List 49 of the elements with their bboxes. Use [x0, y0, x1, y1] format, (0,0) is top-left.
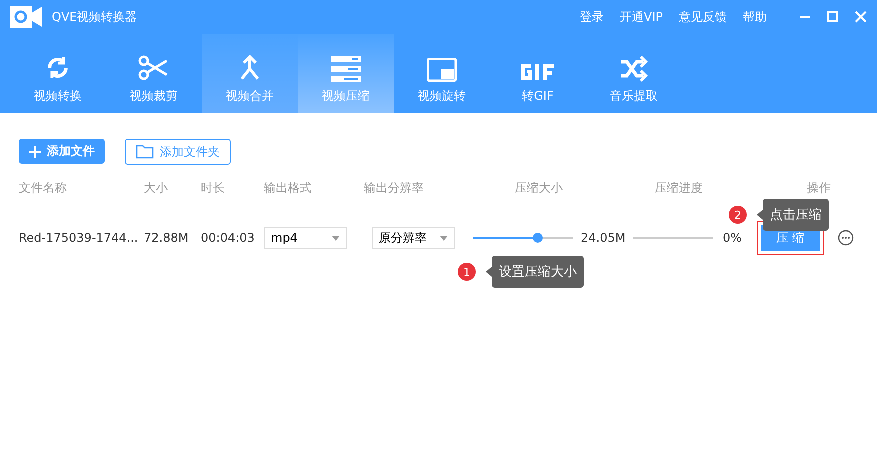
column-header: 输出格式: [264, 180, 313, 196]
tool-tab[interactable]: 视频旋转: [394, 34, 490, 113]
caret-icon: [440, 236, 448, 240]
header-link[interactable]: 帮助: [743, 8, 767, 26]
header-link[interactable]: 登录: [580, 8, 604, 26]
header-link[interactable]: 意见反馈: [679, 8, 727, 26]
gif-icon: [519, 62, 557, 82]
column-header: 大小: [144, 180, 169, 196]
slider-handle[interactable]: [533, 233, 543, 243]
more-icon[interactable]: [838, 230, 854, 246]
stacked-bars-icon: [331, 56, 361, 82]
maximize-icon[interactable]: [827, 11, 839, 23]
column-header: 输出分辨率: [364, 180, 425, 196]
column-header: 操作: [806, 180, 832, 196]
tool-tab[interactable]: 音乐提取: [586, 34, 682, 113]
column-header: 压缩大小: [514, 180, 564, 196]
column-header: 文件名称: [19, 180, 68, 196]
close-icon[interactable]: [855, 11, 867, 23]
add-file-button[interactable]: 添加文件: [19, 139, 105, 164]
caret-icon: [332, 236, 340, 240]
file-name: Red-175039-1744...: [19, 231, 140, 245]
format-select[interactable]: mp4: [264, 227, 347, 249]
tool-tab[interactable]: 视频合并: [202, 34, 298, 113]
shuffle-icon: [619, 56, 649, 82]
duration: 00:04:03: [201, 231, 256, 245]
tooltip-pointer-icon: [757, 210, 763, 220]
screen-icon: [427, 58, 457, 82]
merge-arrow-icon: [238, 54, 262, 82]
compressed-size: 24.05M: [581, 231, 627, 245]
progress-percent: 0%: [723, 231, 744, 245]
column-header: 时长: [201, 180, 226, 196]
step-number: 2: [729, 206, 747, 224]
tooltip: 设置压缩大小: [492, 256, 584, 288]
plus-icon: [29, 146, 41, 158]
column-header: 压缩进度: [654, 180, 704, 196]
step-number: 1: [458, 263, 476, 281]
tool-tab[interactable]: 转GIF: [490, 34, 586, 113]
tool-tab[interactable]: 视频转换: [10, 34, 106, 113]
tooltip-pointer-icon: [486, 267, 492, 277]
tooltip: 点击压缩: [763, 199, 829, 231]
tool-tab[interactable]: 视频压缩: [298, 34, 394, 113]
app-logo-icon: [10, 6, 44, 28]
window-title: QVE视频转换器: [52, 8, 138, 26]
add-folder-button[interactable]: 添加文件夹: [125, 139, 231, 165]
resolution-select[interactable]: 原分辨率: [372, 227, 455, 249]
tool-tab[interactable]: 视频裁剪: [106, 34, 202, 113]
folder-icon: [136, 145, 154, 159]
header-link[interactable]: 开通VIP: [620, 8, 663, 26]
file-size: 72.88M: [144, 231, 190, 245]
